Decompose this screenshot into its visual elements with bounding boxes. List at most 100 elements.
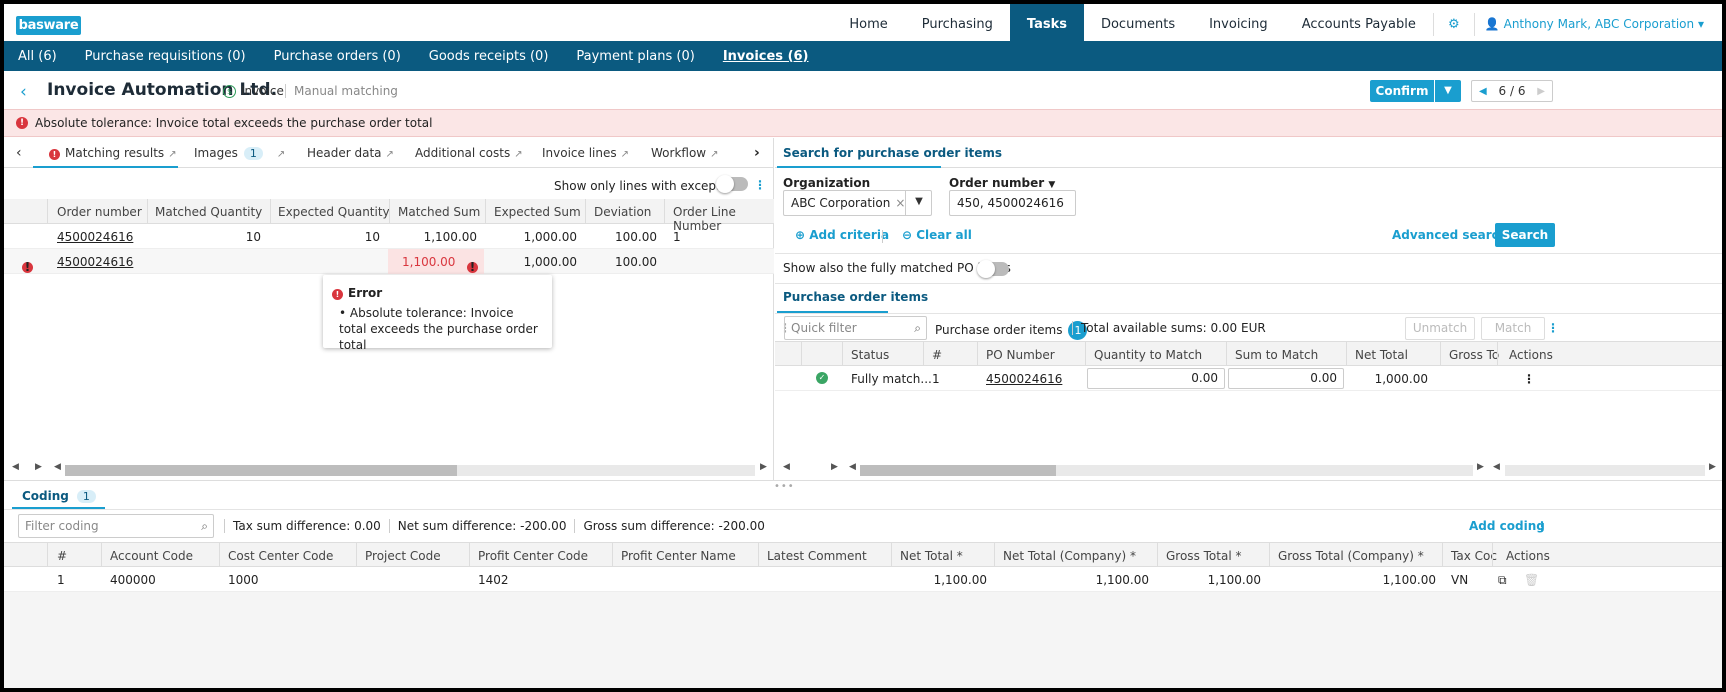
tabs-scroll-right-icon[interactable]: › bbox=[754, 145, 760, 161]
external-link-icon[interactable]: ↗ bbox=[514, 149, 522, 160]
order-number-link[interactable]: 4500024616 bbox=[57, 255, 133, 269]
sum-to-match-input[interactable]: 0.00 bbox=[1228, 368, 1344, 389]
horizontal-scrollbar[interactable]: ◀ ▶ ◀ ▶ bbox=[4, 462, 774, 476]
confirm-dropdown-button[interactable]: ▼ bbox=[1435, 80, 1461, 102]
tab-images[interactable]: Images 1 ↗ bbox=[194, 146, 285, 160]
task-tab-invoices[interactable]: Invoices (6) bbox=[709, 49, 823, 64]
add-coding-button[interactable]: Add coding bbox=[1469, 519, 1545, 533]
exceptions-toggle[interactable] bbox=[716, 175, 748, 193]
order-number-link[interactable]: 4500024616 bbox=[57, 230, 133, 244]
user-menu[interactable]: 👤 Anthony Mark, ABC Corporation ▾ bbox=[1475, 4, 1722, 45]
col-matched-sum[interactable]: Matched Sum bbox=[398, 205, 480, 219]
add-criteria-button[interactable]: ⊕ Add criteria bbox=[795, 228, 889, 242]
tab-search-po-items[interactable]: Search for purchase order items bbox=[783, 146, 1002, 160]
external-link-icon[interactable]: ↗ bbox=[710, 149, 718, 160]
nav-accounts-payable[interactable]: Accounts Payable bbox=[1285, 4, 1433, 45]
col-matched-quantity[interactable]: Matched Quantity bbox=[155, 205, 262, 219]
gross-total[interactable]: 1,100.00 bbox=[1208, 573, 1261, 587]
scroll-right-icon[interactable]: ▶ bbox=[1709, 462, 1716, 472]
col-cost-center-code[interactable]: Cost Center Code bbox=[228, 549, 333, 563]
scroll-left-icon[interactable]: ◀ bbox=[1493, 462, 1500, 472]
back-arrow-icon[interactable]: ‹ bbox=[20, 82, 27, 102]
row-actions-icon[interactable]: ⋮ bbox=[1523, 372, 1535, 386]
external-link-icon[interactable]: ↗ bbox=[277, 149, 285, 160]
col-status[interactable]: Status bbox=[851, 348, 889, 362]
clear-icon[interactable]: × bbox=[895, 196, 905, 210]
confirm-button[interactable]: Confirm bbox=[1370, 80, 1434, 102]
net-total[interactable]: 1,100.00 bbox=[934, 573, 987, 587]
table-row[interactable]: ! 4500024616 1,100.00 ! 1,000.00 100.00 bbox=[4, 249, 774, 274]
task-tab-purchase-requisitions[interactable]: Purchase requisitions (0) bbox=[71, 49, 260, 64]
col-gross-total[interactable]: Gross To bbox=[1449, 348, 1499, 362]
horizontal-scrollbar[interactable]: ◀ ▶ ◀ ▶ ◀ ▶ bbox=[775, 462, 1722, 476]
task-tab-payment-plans[interactable]: Payment plans (0) bbox=[562, 49, 708, 64]
scroll-right-icon[interactable]: ▶ bbox=[1477, 462, 1484, 472]
tab-workflow[interactable]: Workflow ↗ bbox=[651, 146, 719, 160]
nav-invoicing[interactable]: Invoicing bbox=[1192, 4, 1285, 45]
scroll-left-icon[interactable]: ◀ bbox=[12, 462, 19, 472]
account-code[interactable]: 400000 bbox=[110, 573, 156, 587]
profit-center-code[interactable]: 1402 bbox=[478, 573, 509, 587]
col-number[interactable]: # bbox=[57, 549, 67, 563]
table-row[interactable]: 4500024616 10 10 1,100.00 1,000.00 100.0… bbox=[4, 224, 774, 249]
col-latest-comment[interactable]: Latest Comment bbox=[767, 549, 867, 563]
more-options-icon[interactable]: ⋮ bbox=[1536, 519, 1548, 533]
col-quantity-to-match[interactable]: Quantity to Match bbox=[1094, 348, 1202, 362]
tab-purchase-order-items[interactable]: Purchase order items bbox=[783, 290, 928, 304]
order-number-input[interactable]: 450, 4500024616 bbox=[949, 190, 1076, 216]
col-profit-center-name[interactable]: Profit Center Name bbox=[621, 549, 736, 563]
scroll-right-icon[interactable]: ▶ bbox=[760, 462, 767, 472]
unmatch-button[interactable]: Unmatch bbox=[1405, 317, 1475, 340]
tax-code[interactable]: VN bbox=[1451, 573, 1468, 587]
delete-icon[interactable]: 🗑 bbox=[1524, 573, 1539, 587]
external-link-icon[interactable]: ↗ bbox=[386, 149, 394, 160]
order-number-label[interactable]: Order number ▼ bbox=[949, 176, 1055, 190]
scroll-thumb[interactable] bbox=[65, 465, 457, 476]
col-tax-code[interactable]: Tax Coc bbox=[1451, 549, 1497, 563]
copy-icon[interactable]: ⧉ bbox=[1498, 573, 1507, 588]
col-po-number[interactable]: PO Number bbox=[986, 348, 1055, 362]
gear-icon[interactable]: ⚙ bbox=[1434, 4, 1474, 45]
task-tab-goods-receipts[interactable]: Goods receipts (0) bbox=[415, 49, 563, 64]
nav-tasks[interactable]: Tasks bbox=[1009, 4, 1084, 45]
tab-header-data[interactable]: Header data ↗ bbox=[307, 146, 394, 160]
quick-filter-input[interactable]: Quick filter ⌕ bbox=[784, 316, 927, 340]
prev-document-icon[interactable]: ◀ bbox=[1479, 86, 1487, 97]
scroll-left-icon[interactable]: ◀ bbox=[783, 462, 790, 472]
scroll-thumb[interactable] bbox=[860, 465, 1056, 476]
external-link-icon[interactable]: ↗ bbox=[168, 149, 176, 160]
tabs-scroll-left-icon[interactable]: ‹ bbox=[16, 145, 22, 161]
col-expected-sum[interactable]: Expected Sum bbox=[494, 205, 581, 219]
quantity-to-match-input[interactable]: 0.00 bbox=[1087, 368, 1225, 389]
external-link-icon[interactable]: ↗ bbox=[621, 149, 629, 160]
more-options-icon[interactable]: ⋮ bbox=[1547, 321, 1559, 335]
col-account-code[interactable]: Account Code bbox=[110, 549, 193, 563]
advanced-search-link[interactable]: Advanced search bbox=[1392, 228, 1507, 242]
col-project-code[interactable]: Project Code bbox=[365, 549, 441, 563]
scroll-right-icon[interactable]: ▶ bbox=[35, 462, 42, 472]
col-gross-total[interactable]: Gross Total * bbox=[1166, 549, 1241, 563]
table-row[interactable]: 1 400000 1000 1402 1,100.00 1,100.00 1,1… bbox=[4, 567, 1722, 592]
col-profit-center-code[interactable]: Profit Center Code bbox=[478, 549, 588, 563]
search-icon[interactable]: ⌕ bbox=[201, 515, 208, 537]
col-sum-to-match[interactable]: Sum to Match bbox=[1235, 348, 1318, 362]
col-order-number[interactable]: Order number bbox=[57, 205, 142, 219]
search-icon[interactable]: ⌕ bbox=[914, 317, 921, 339]
clear-all-button[interactable]: ⊖ Clear all bbox=[902, 228, 972, 242]
match-button[interactable]: Match bbox=[1481, 317, 1545, 340]
chevron-down-icon[interactable]: ▼ bbox=[905, 190, 932, 216]
fully-matched-toggle[interactable] bbox=[977, 260, 1009, 278]
matched-sum-error[interactable]: 1,100.00 bbox=[402, 255, 455, 269]
scroll-left-icon[interactable]: ◀ bbox=[849, 462, 856, 472]
col-gross-total-company[interactable]: Gross Total (Company) * bbox=[1278, 549, 1424, 563]
table-row[interactable]: ✓ Fully match... 1 4500024616 0.00 0.00 … bbox=[775, 366, 1722, 391]
cost-center-code[interactable]: 1000 bbox=[228, 573, 259, 587]
col-net-total[interactable]: Net Total * bbox=[900, 549, 963, 563]
col-net-total-company[interactable]: Net Total (Company) * bbox=[1003, 549, 1136, 563]
gross-total-company[interactable]: 1,100.00 bbox=[1383, 573, 1436, 587]
po-number-link[interactable]: 4500024616 bbox=[986, 372, 1062, 386]
basware-logo[interactable]: basware bbox=[16, 16, 81, 35]
filter-coding-input[interactable]: Filter coding ⌕ bbox=[18, 514, 214, 538]
nav-home[interactable]: Home bbox=[832, 4, 904, 45]
scroll-right-icon[interactable]: ▶ bbox=[831, 462, 838, 472]
